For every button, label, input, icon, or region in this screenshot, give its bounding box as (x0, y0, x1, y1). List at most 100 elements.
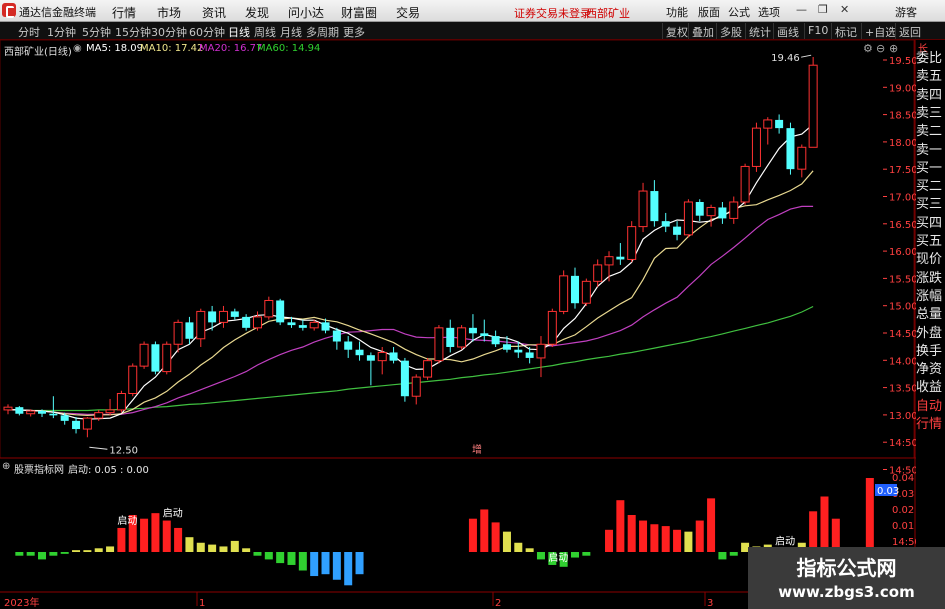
indicator-bar (298, 552, 307, 571)
indicator-bar (196, 542, 205, 552)
price-axis-label: 19.50 (889, 56, 916, 67)
indicator-bar (219, 546, 228, 552)
price-axis-label: 17.00 (889, 193, 916, 204)
period-60min[interactable]: 60分钟 (189, 24, 225, 40)
period-30min[interactable]: 30分钟 (151, 24, 187, 40)
candle (718, 201, 727, 224)
menu-banmian[interactable]: 版面 (698, 4, 720, 20)
side-label[interactable]: 行情 (916, 416, 945, 433)
indicator-bar (162, 520, 171, 552)
indicator-bar (650, 524, 659, 552)
menu-shichang[interactable]: 市场 (157, 4, 181, 21)
period-monthly[interactable]: 月线 (280, 24, 302, 40)
indicator-bar (185, 537, 194, 552)
period-multi[interactable]: 多周期 (306, 24, 339, 40)
menu-wenxiaoda[interactable]: 问小达 (288, 4, 324, 21)
close-icon[interactable]: ✕ (840, 3, 849, 16)
side-label[interactable]: 卖四 (916, 87, 945, 104)
btn-back[interactable]: 返回 (895, 23, 924, 39)
candle-body (446, 327, 455, 347)
period-1min[interactable]: 1分钟 (47, 24, 76, 40)
menu-xuanxiang[interactable]: 选项 (758, 4, 780, 20)
btn-biaoji[interactable]: 标记 (831, 23, 860, 39)
candle-body (173, 321, 183, 345)
side-label[interactable]: 买二 (916, 178, 945, 195)
menu-faxian[interactable]: 发现 (245, 4, 269, 21)
btn-tongji[interactable]: 统计 (745, 23, 774, 39)
side-label[interactable]: 卖一 (916, 142, 945, 159)
current-value-label: 0.03 (877, 486, 899, 497)
candle-body (242, 316, 251, 328)
menu-gongshi[interactable]: 公式 (728, 4, 750, 20)
indicator-bar (536, 552, 545, 560)
menu-caifuquan[interactable]: 财富圈 (341, 4, 377, 21)
side-label[interactable]: 涨跌 (916, 270, 945, 287)
side-label[interactable]: 卖五 (916, 68, 945, 85)
indicator-bar (321, 552, 330, 575)
period-5min[interactable]: 5分钟 (82, 24, 111, 40)
side-label[interactable]: 委比 (916, 50, 945, 67)
candle-body (298, 325, 307, 328)
candle (638, 182, 648, 233)
btn-diejia[interactable]: 叠加 (688, 23, 717, 39)
indicator-name[interactable]: 股票指标网 (14, 461, 64, 476)
candle-body (423, 360, 433, 378)
side-label[interactable]: 买四 (916, 215, 945, 232)
side-label[interactable]: 自动 (916, 398, 945, 415)
btn-add-watchlist[interactable]: +自选 (861, 23, 899, 39)
btn-f10[interactable]: F10 (804, 23, 831, 39)
side-label[interactable]: 卖三 (916, 105, 945, 122)
btn-duogu[interactable]: 多股 (716, 23, 745, 39)
indicator-bar (820, 496, 829, 552)
period-more[interactable]: 更多 (343, 24, 365, 40)
period-daily[interactable]: 日线 (228, 24, 250, 40)
indicator-bar (491, 522, 500, 552)
period-fenshi[interactable]: 分时 (18, 24, 40, 40)
period-weekly[interactable]: 周线 (254, 24, 276, 40)
candle (264, 296, 274, 320)
menu-jiaoyi[interactable]: 交易 (396, 4, 420, 21)
candle-body (457, 327, 467, 348)
indicator-bar (616, 500, 625, 552)
ma60-line (8, 305, 814, 412)
stock-name-tag: 西部矿业 (586, 7, 630, 20)
side-label[interactable]: 收益 (916, 379, 945, 396)
high-arrow (801, 54, 812, 58)
chart-area[interactable]: 19.46 12.50 增 19.50 19.00 18.50 18.00 17.50 17.0… (0, 40, 916, 609)
candle-body (695, 201, 704, 216)
title-bar: 通达信金融终端 行情 市场 资讯 发现 问小达 财富圈 交易 证券交易未登录 西… (0, 0, 945, 22)
menu-zixun[interactable]: 资讯 (202, 4, 226, 21)
trade-login-notice[interactable]: 证券交易未登录 (514, 5, 591, 21)
menu-hangqing[interactable]: 行情 (112, 4, 136, 21)
candlestick-series[interactable] (3, 57, 818, 438)
price-axis-label: 18.50 (889, 111, 916, 122)
side-label[interactable]: 买三 (916, 196, 945, 213)
side-label[interactable]: 卖二 (916, 123, 945, 140)
indicator-bar (718, 552, 727, 560)
indicator-bars[interactable] (15, 478, 874, 586)
side-label[interactable]: 总量 (916, 306, 945, 323)
candle-body (661, 221, 670, 227)
side-label[interactable]: 净资 (916, 361, 945, 378)
indicator-expand-icon[interactable]: ⊕ (2, 461, 10, 472)
side-label[interactable]: 涨幅 (916, 288, 945, 305)
minimize-icon[interactable]: — (796, 3, 807, 16)
month-label: 2 (495, 598, 501, 609)
candle (491, 330, 500, 347)
menu-gongneng[interactable]: 功能 (666, 4, 688, 20)
indicator-bar (684, 531, 693, 552)
btn-fuquan[interactable]: 复权 (662, 23, 691, 39)
period-15min[interactable]: 15分钟 (115, 24, 151, 40)
login-button[interactable]: 游客 (895, 4, 917, 20)
candle-body (264, 299, 274, 318)
candle-body (105, 409, 115, 414)
side-label[interactable]: 现价 (916, 251, 945, 268)
side-label[interactable]: 换手 (916, 343, 945, 360)
restore-icon[interactable]: ❐ (818, 3, 828, 16)
side-label[interactable]: 买一 (916, 160, 945, 177)
month-label: 3 (707, 598, 713, 609)
side-label[interactable]: 外盘 (916, 325, 945, 342)
price-axis-label: 15.50 (889, 274, 916, 285)
side-label[interactable]: 买五 (916, 233, 945, 250)
btn-huaxian[interactable]: 画线 (773, 23, 802, 39)
